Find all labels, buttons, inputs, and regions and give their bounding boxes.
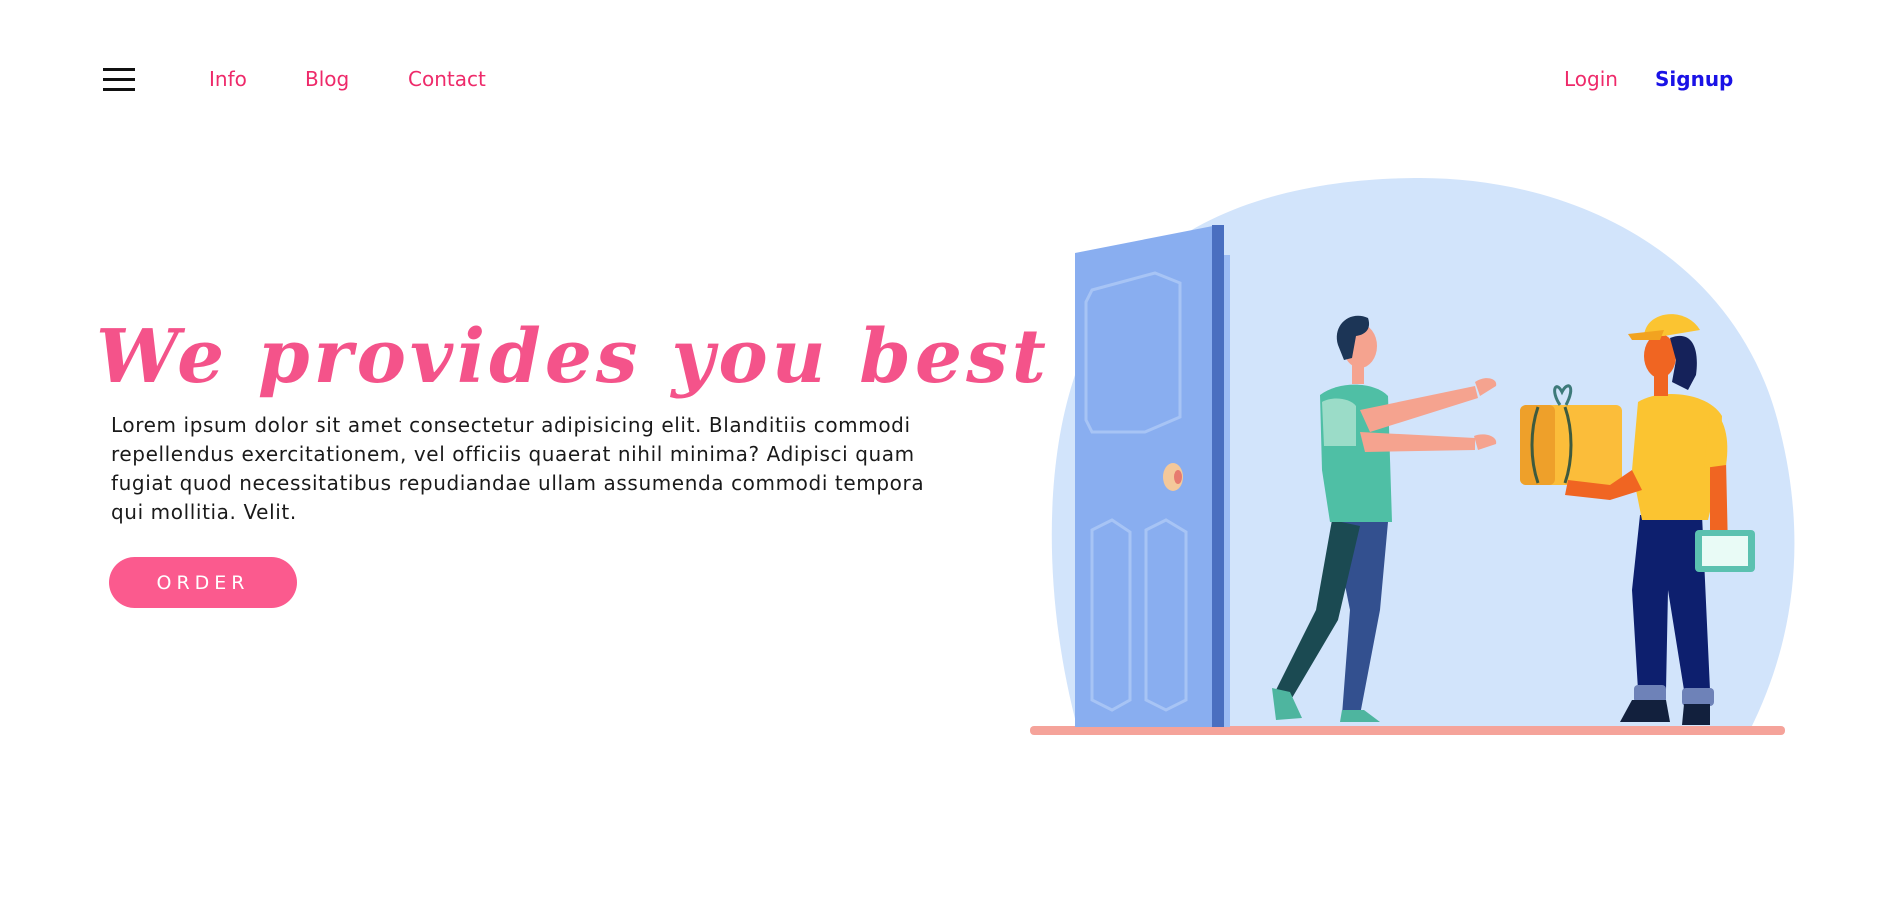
order-button[interactable]: ORDER — [109, 557, 297, 608]
hamburger-menu-icon[interactable] — [103, 67, 135, 93]
nav-link-info[interactable]: Info — [209, 64, 247, 94]
delivery-illustration — [1020, 170, 1810, 750]
hamburger-line — [103, 78, 135, 81]
hero-title: We provides you best — [96, 314, 1050, 400]
signup-link[interactable]: Signup — [1655, 64, 1733, 94]
landing-page: Info Blog Contact Login Signup We provid… — [0, 0, 1884, 898]
top-navigation: Info Blog Contact Login Signup — [0, 0, 1884, 160]
floor-line — [1030, 726, 1785, 735]
door — [1075, 225, 1230, 727]
nav-link-contact[interactable]: Contact — [408, 64, 486, 94]
nav-link-blog[interactable]: Blog — [305, 64, 349, 94]
login-link[interactable]: Login — [1564, 64, 1618, 94]
delivery-illustration-svg — [1030, 178, 1795, 735]
hamburger-line — [103, 68, 135, 71]
hero-paragraph: Lorem ipsum dolor sit amet consectetur a… — [111, 413, 925, 524]
hamburger-line — [103, 88, 135, 91]
